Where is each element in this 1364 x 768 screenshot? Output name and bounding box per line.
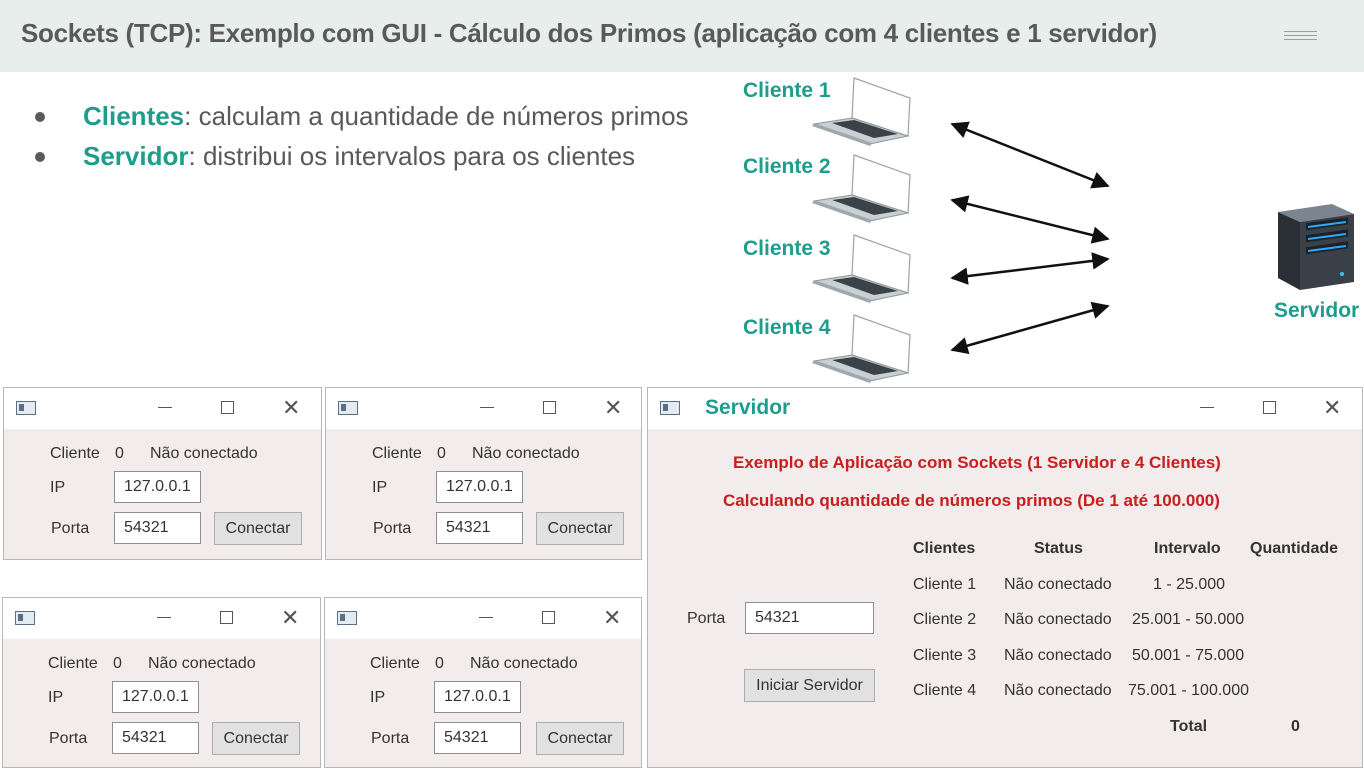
row-cliente: Cliente 4 bbox=[913, 682, 977, 699]
total-label: Total bbox=[1170, 718, 1208, 735]
cliente-label: Cliente bbox=[48, 655, 98, 672]
total-value: 0 bbox=[1291, 718, 1300, 735]
minimize-button[interactable] bbox=[152, 396, 178, 420]
window-titlebar: ✕ bbox=[325, 598, 641, 639]
conectar-button[interactable]: Conectar bbox=[536, 722, 624, 755]
cliente-label: Cliente bbox=[370, 655, 420, 672]
minimize-button[interactable] bbox=[473, 606, 499, 630]
cliente-label: Cliente bbox=[372, 445, 422, 462]
app-icon bbox=[660, 401, 680, 415]
window-titlebar: ✕ bbox=[326, 388, 641, 429]
close-button[interactable]: ✕ bbox=[277, 396, 303, 420]
table-header-quantidade: Quantidade bbox=[1250, 540, 1339, 557]
maximize-button[interactable] bbox=[536, 396, 562, 420]
connection-status: Não conectado bbox=[148, 655, 256, 672]
server-tower-icon bbox=[1278, 204, 1354, 290]
iniciar-servidor-button[interactable]: Iniciar Servidor bbox=[744, 669, 875, 702]
ip-label: IP bbox=[48, 689, 64, 706]
porta-field[interactable]: 54321 bbox=[112, 722, 199, 754]
porta-field[interactable]: 54321 bbox=[114, 512, 201, 544]
row-status: Não conectado bbox=[1004, 682, 1112, 699]
porta-field[interactable]: 54321 bbox=[434, 722, 521, 754]
minimize-button[interactable] bbox=[151, 606, 177, 630]
table-header-intervalo: Intervalo bbox=[1154, 540, 1221, 557]
ip-label: IP bbox=[370, 689, 386, 706]
server-window: Servidor ✕ Exemplo de Aplicação com Sock… bbox=[647, 387, 1363, 768]
ip-field[interactable]: 127.0.0.1 bbox=[112, 681, 199, 713]
maximize-button[interactable] bbox=[1256, 396, 1282, 420]
row-cliente: Cliente 1 bbox=[913, 576, 977, 593]
client-window-4: ✕ Cliente 0 Não conectado IP 127.0.0.1 P… bbox=[324, 597, 642, 768]
row-status: Não conectado bbox=[1004, 576, 1112, 593]
porta-label: Porta bbox=[373, 520, 412, 537]
client-window-2: ✕ Cliente 0 Não conectado IP 127.0.0.1 P… bbox=[325, 387, 642, 560]
arrow-client-2 bbox=[950, 195, 1110, 244]
connection-status: Não conectado bbox=[150, 445, 258, 462]
cliente-number: 0 bbox=[435, 655, 444, 672]
row-status: Não conectado bbox=[1004, 647, 1112, 664]
window-titlebar: ✕ bbox=[3, 598, 320, 639]
app-icon bbox=[16, 401, 36, 415]
row-intervalo: 75.001 - 100.000 bbox=[1128, 682, 1249, 699]
client-window-1: ✕ Cliente 0 Não conectado IP 127.0.0.1 P… bbox=[3, 387, 322, 560]
ip-field[interactable]: 127.0.0.1 bbox=[436, 471, 523, 503]
porta-label: Porta bbox=[49, 730, 88, 747]
ip-field[interactable]: 127.0.0.1 bbox=[434, 681, 521, 713]
cliente-number: 0 bbox=[437, 445, 446, 462]
close-button[interactable]: ✕ bbox=[1318, 396, 1344, 420]
porta-label: Porta bbox=[371, 730, 410, 747]
conectar-button[interactable]: Conectar bbox=[536, 512, 624, 545]
minimize-button[interactable] bbox=[474, 396, 500, 420]
window-title: Servidor bbox=[705, 396, 791, 419]
row-cliente: Cliente 2 bbox=[913, 611, 977, 628]
app-icon bbox=[337, 611, 357, 625]
slide: Sockets (TCP): Exemplo com GUI - Cálculo… bbox=[0, 0, 1364, 768]
server-porta-label: Porta bbox=[687, 610, 726, 627]
table-header-status: Status bbox=[1034, 540, 1083, 557]
row-intervalo: 25.001 - 50.000 bbox=[1132, 611, 1245, 628]
conectar-button[interactable]: Conectar bbox=[212, 722, 300, 755]
server-porta-field[interactable]: 54321 bbox=[745, 602, 874, 634]
server-heading-2: Calculando quantidade de números primos … bbox=[723, 491, 1220, 510]
porta-field[interactable]: 54321 bbox=[436, 512, 523, 544]
ip-field[interactable]: 127.0.0.1 bbox=[114, 471, 201, 503]
arrow-client-3 bbox=[950, 252, 1110, 285]
porta-label: Porta bbox=[51, 520, 90, 537]
server-heading-1: Exemplo de Aplicação com Sockets (1 Serv… bbox=[733, 453, 1221, 472]
client-window-3: ✕ Cliente 0 Não conectado IP 127.0.0.1 P… bbox=[2, 597, 321, 768]
maximize-button[interactable] bbox=[214, 396, 240, 420]
arrow-client-4 bbox=[950, 301, 1110, 355]
close-button[interactable]: ✕ bbox=[599, 396, 625, 420]
cliente-label: Cliente bbox=[50, 445, 100, 462]
conectar-button[interactable]: Conectar bbox=[214, 512, 302, 545]
cliente-number: 0 bbox=[115, 445, 124, 462]
window-titlebar: ✕ bbox=[4, 388, 321, 429]
maximize-button[interactable] bbox=[535, 606, 561, 630]
row-cliente: Cliente 3 bbox=[913, 647, 977, 664]
row-intervalo: 50.001 - 75.000 bbox=[1132, 647, 1245, 664]
ip-label: IP bbox=[372, 479, 388, 496]
table-header-clientes: Clientes bbox=[913, 540, 976, 557]
app-icon bbox=[15, 611, 35, 625]
ip-label: IP bbox=[50, 479, 66, 496]
row-status: Não conectado bbox=[1004, 611, 1112, 628]
close-button[interactable]: ✕ bbox=[598, 606, 624, 630]
diagram-server-label: Servidor bbox=[1274, 299, 1360, 322]
maximize-button[interactable] bbox=[213, 606, 239, 630]
window-titlebar: Servidor ✕ bbox=[648, 388, 1362, 429]
close-button[interactable]: ✕ bbox=[276, 606, 302, 630]
connection-status: Não conectado bbox=[470, 655, 578, 672]
cliente-number: 0 bbox=[113, 655, 122, 672]
minimize-button[interactable] bbox=[1194, 396, 1220, 420]
row-intervalo: 1 - 25.000 bbox=[1153, 576, 1226, 593]
connection-arrows bbox=[950, 121, 1110, 355]
arrow-client-1 bbox=[950, 121, 1110, 189]
app-icon bbox=[338, 401, 358, 415]
connection-status: Não conectado bbox=[472, 445, 580, 462]
